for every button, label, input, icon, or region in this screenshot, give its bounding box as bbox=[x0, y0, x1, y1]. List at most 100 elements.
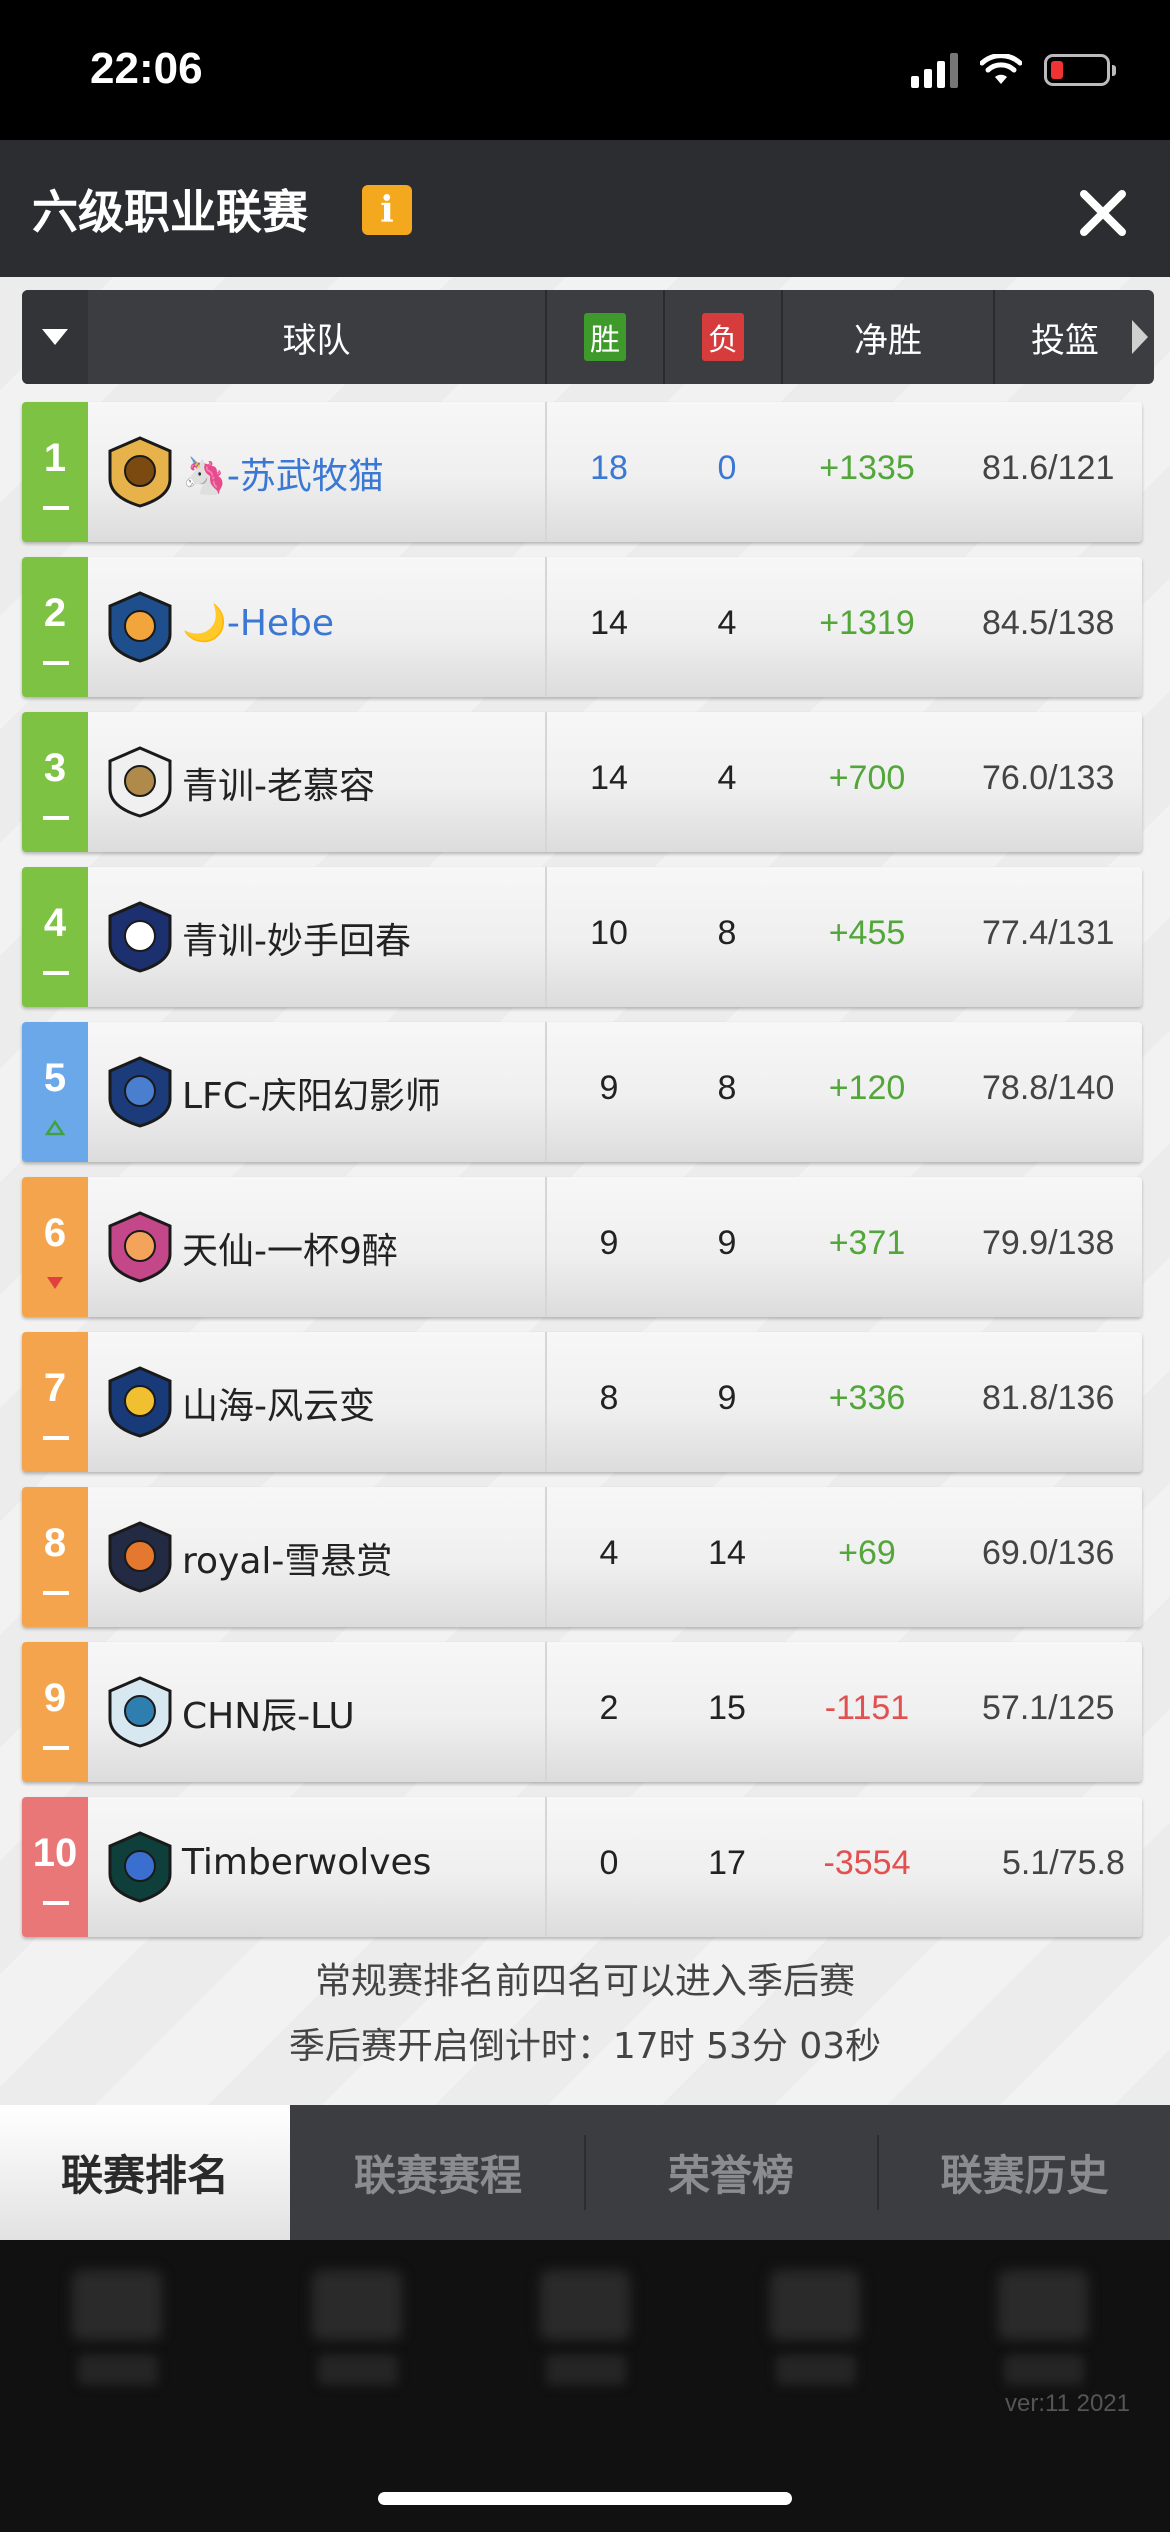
team-name[interactable]: 🌙-Hebe bbox=[182, 602, 334, 644]
wins-value: 14 bbox=[590, 759, 628, 797]
blurred-label bbox=[318, 2355, 398, 2385]
table-row[interactable]: 2 🌙-Hebe 14 4 +1319 84.5/138 bbox=[22, 557, 1142, 697]
table-row[interactable]: 3 青训-老慕容 14 4 +700 76.0/133 bbox=[22, 712, 1142, 852]
cellular-signal-icon bbox=[911, 52, 958, 88]
shooting-value: 69.0/136 bbox=[982, 1534, 1115, 1572]
losses-value: 4 bbox=[717, 604, 737, 642]
blurred-icon bbox=[312, 2270, 402, 2340]
shooting-value: 77.4/131 bbox=[982, 914, 1115, 952]
rank-badge: 5 bbox=[22, 1022, 88, 1162]
team-logo-icon bbox=[108, 901, 172, 973]
version-text: ver:11 2021 bbox=[1005, 2390, 1130, 2417]
rank-number: 10 bbox=[32, 1831, 78, 1875]
team-name[interactable]: 青训-妙手回春 bbox=[182, 912, 411, 964]
column-divider bbox=[545, 1797, 547, 1937]
wifi-icon bbox=[980, 54, 1022, 84]
net-points-value: +455 bbox=[828, 914, 906, 952]
tab-league-history[interactable]: 联赛历史 bbox=[879, 2105, 1170, 2240]
tab-league-ranking[interactable]: 联赛排名 bbox=[0, 2105, 290, 2240]
table-header: 球队 胜 负 净胜 投篮 bbox=[22, 290, 1154, 384]
column-divider bbox=[545, 712, 547, 852]
rank-unchanged-icon bbox=[43, 1591, 69, 1595]
rank-unchanged-icon bbox=[43, 506, 69, 510]
rank-number: 1 bbox=[43, 436, 67, 480]
rank-badge: 1 bbox=[22, 402, 88, 542]
rank-number: 2 bbox=[43, 591, 67, 635]
battery-icon bbox=[1044, 54, 1116, 86]
header-loss[interactable]: 负 bbox=[665, 290, 781, 384]
losses-value: 0 bbox=[717, 449, 737, 487]
blurred-label bbox=[78, 2355, 158, 2385]
table-row[interactable]: 9 CHN辰-LU 2 15 -1151 57.1/125 bbox=[22, 1642, 1142, 1782]
info-icon[interactable]: i bbox=[362, 185, 412, 235]
rank-badge: 9 bbox=[22, 1642, 88, 1782]
status-time: 22:06 bbox=[90, 44, 203, 93]
blurred-icon bbox=[72, 2270, 162, 2340]
table-row[interactable]: 6 天仙-一杯9醉 9 9 +371 79.9/138 bbox=[22, 1177, 1142, 1317]
rank-unchanged-icon bbox=[43, 971, 69, 975]
team-logo-icon bbox=[108, 1521, 172, 1593]
header-shooting[interactable]: 投篮 bbox=[995, 290, 1135, 384]
header-team: 球队 bbox=[282, 320, 351, 361]
rank-badge: 2 bbox=[22, 557, 88, 697]
table-row[interactable]: 4 青训-妙手回春 10 8 +455 77.4/131 bbox=[22, 867, 1142, 1007]
header-net[interactable]: 净胜 bbox=[783, 290, 993, 384]
team-name[interactable]: 🦄-苏武牧猫 bbox=[182, 447, 384, 499]
column-divider bbox=[545, 867, 547, 1007]
home-indicator bbox=[378, 2492, 792, 2505]
tab-honor-roll[interactable]: 荣誉榜 bbox=[586, 2105, 876, 2240]
wins-value: 18 bbox=[590, 449, 628, 487]
tab-league-schedule[interactable]: 联赛赛程 bbox=[293, 2105, 583, 2240]
header-loss-label: 负 bbox=[702, 313, 744, 361]
team-logo-icon bbox=[108, 1211, 172, 1283]
blurred-label bbox=[776, 2355, 856, 2385]
team-logo-icon bbox=[108, 436, 172, 508]
losses-value: 17 bbox=[708, 1844, 746, 1882]
team-name[interactable]: royal-雪悬赏 bbox=[182, 1532, 392, 1584]
team-name[interactable]: 青训-老慕容 bbox=[182, 757, 375, 809]
rank-number: 6 bbox=[43, 1211, 67, 1255]
rank-badge: 4 bbox=[22, 867, 88, 1007]
wins-value: 4 bbox=[599, 1534, 619, 1572]
team-logo-icon bbox=[108, 591, 172, 663]
team-name[interactable]: CHN辰-LU bbox=[182, 1687, 355, 1739]
blurred-label bbox=[1004, 2355, 1084, 2385]
column-divider bbox=[545, 1642, 547, 1782]
team-logo-icon bbox=[108, 1366, 172, 1438]
table-row[interactable]: 5 LFC-庆阳幻影师 9 8 +120 78.8/140 bbox=[22, 1022, 1142, 1162]
blurred-icon bbox=[998, 2270, 1088, 2340]
table-row[interactable]: 1 🦄-苏武牧猫 18 0 +1335 81.6/121 bbox=[22, 402, 1142, 542]
header-win[interactable]: 胜 bbox=[547, 290, 663, 384]
sort-dropdown-button[interactable] bbox=[22, 290, 88, 384]
rank-down-icon bbox=[47, 1277, 63, 1289]
table-row[interactable]: 8 royal-雪悬赏 4 14 +69 69.0/136 bbox=[22, 1487, 1142, 1627]
table-row[interactable]: 10 Timberwolves 0 17 -3554 5.1/75.8 bbox=[22, 1797, 1142, 1937]
losses-value: 8 bbox=[717, 1069, 737, 1107]
rank-badge: 7 bbox=[22, 1332, 88, 1472]
losses-value: 15 bbox=[708, 1689, 746, 1727]
rank-number: 7 bbox=[43, 1366, 67, 1410]
net-points-value: +336 bbox=[828, 1379, 906, 1417]
wins-value: 10 bbox=[590, 914, 628, 952]
net-points-value: +1319 bbox=[819, 604, 915, 642]
net-points-value: +1335 bbox=[819, 449, 915, 487]
team-logo-icon bbox=[108, 1831, 172, 1903]
losses-value: 8 bbox=[717, 914, 737, 952]
team-name[interactable]: 天仙-一杯9醉 bbox=[182, 1222, 398, 1274]
playoff-countdown: 季后赛开启倒计时：17时 53分 03秒 bbox=[288, 2026, 882, 2067]
team-name[interactable]: Timberwolves bbox=[182, 1842, 431, 1883]
team-name[interactable]: 山海-风云变 bbox=[182, 1377, 375, 1429]
team-name[interactable]: LFC-庆阳幻影师 bbox=[182, 1067, 441, 1119]
rank-unchanged-icon bbox=[43, 1746, 69, 1750]
losses-value: 4 bbox=[717, 759, 737, 797]
blurred-label bbox=[546, 2355, 626, 2385]
net-points-value: +69 bbox=[838, 1534, 896, 1572]
net-points-value: -3554 bbox=[823, 1844, 911, 1882]
close-icon[interactable] bbox=[1076, 186, 1130, 240]
column-divider bbox=[545, 557, 547, 697]
wins-value: 9 bbox=[599, 1069, 619, 1107]
table-row[interactable]: 7 山海-风云变 8 9 +336 81.8/136 bbox=[22, 1332, 1142, 1472]
shooting-value: 76.0/133 bbox=[982, 759, 1115, 797]
rank-number: 8 bbox=[43, 1521, 67, 1565]
scroll-right-icon[interactable] bbox=[1130, 318, 1150, 356]
